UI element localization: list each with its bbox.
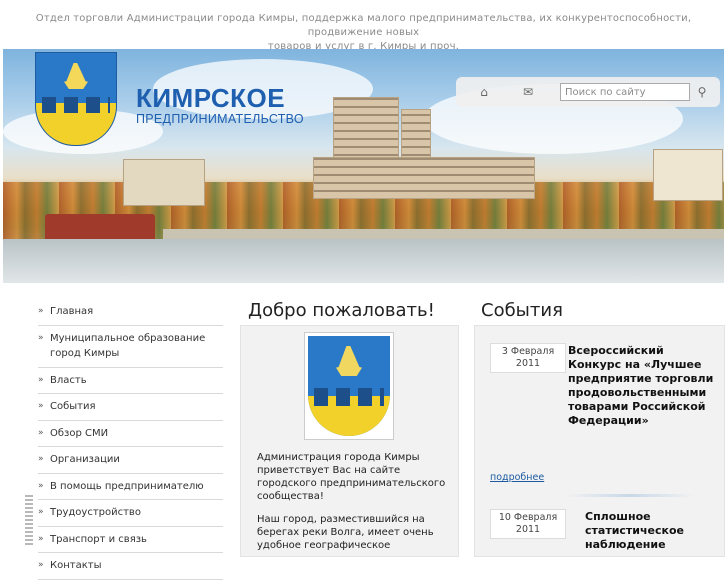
sidebar-nav: » Главная » Муниципальное образование горо… — [38, 304, 223, 585]
arrow-icon: » — [38, 454, 44, 464]
welcome-paragraph-1: Администрация города Кимры приветствует … — [257, 452, 446, 502]
magnifier-icon[interactable]: ⚲ — [694, 84, 710, 100]
sidebar-item-government[interactable]: » Власть — [38, 373, 223, 394]
arrow-icon: » — [38, 480, 44, 491]
more-link[interactable]: подробнее — [490, 472, 544, 483]
arrow-icon: » — [38, 507, 44, 517]
bells-icon — [42, 97, 110, 113]
ship-icon — [336, 346, 362, 376]
sidebar-item-entrepreneur-help[interactable]: » В помощь предпринимателю — [38, 479, 223, 500]
sidebar-item-contacts[interactable]: » Контакты — [38, 558, 223, 580]
search-input[interactable] — [560, 83, 690, 101]
arrow-icon: » — [38, 401, 44, 411]
city-crest-image — [308, 336, 390, 436]
house-left — [123, 159, 205, 206]
city-crest-logo[interactable] — [35, 52, 117, 146]
arrow-icon: » — [38, 560, 44, 570]
event-date: 3 Февраля 2011 — [490, 343, 566, 373]
house-right — [653, 149, 723, 201]
events-heading: События — [481, 300, 563, 321]
events-panel: 3 Февраля 2011 Всероссийский Конкурс на … — [474, 325, 725, 557]
sidebar-item-employment[interactable]: » Трудоустройство — [38, 505, 223, 527]
arrow-icon: » — [38, 374, 44, 385]
arrow-icon: » — [38, 306, 44, 316]
brand-subtitle: ПРЕДПРИНИМАТЕЛЬСТВО — [136, 112, 304, 126]
sidebar-item-municipality[interactable]: » Муниципальное образование город Кимры — [38, 331, 223, 368]
event-date: 10 Февраля 2011 — [490, 509, 566, 539]
ship-icon — [64, 63, 88, 89]
divider — [565, 494, 695, 497]
sidebar-item-organizations[interactable]: » Организации — [38, 452, 223, 474]
welcome-text: Администрация города Кимры приветствует … — [257, 451, 449, 562]
welcome-heading: Добро пожаловать! — [248, 300, 435, 321]
header-banner: КИМРСКОЕ ПРЕДПРИНИМАТЕЛЬСТВО ⌂ ✉ ⚲ — [3, 49, 724, 283]
sidebar-item-media-review[interactable]: » Обзор СМИ — [38, 426, 223, 447]
site-description-line-1: Отдел торговли Администрации города Кимр… — [35, 13, 692, 38]
arrow-icon: » — [38, 427, 44, 438]
header-toolbar: ⌂ ✉ ⚲ — [456, 77, 720, 107]
river — [3, 239, 724, 283]
brand-logo-text[interactable]: КИМРСКОЕ ПРЕДПРИНИМАТЕЛЬСТВО — [136, 84, 304, 126]
resize-grip — [25, 495, 33, 545]
site-description: Отдел торговли Администрации города Кимр… — [0, 12, 727, 54]
arrow-icon: » — [38, 332, 44, 343]
event-title[interactable]: Всероссийский Конкурс на «Лучшее предпри… — [568, 344, 716, 428]
welcome-paragraph-2: Наш город, разместившийся на берегах рек… — [257, 514, 434, 551]
crest-image-frame — [304, 332, 394, 440]
brand-title: КИМРСКОЕ — [136, 83, 286, 113]
welcome-panel: Администрация города Кимры приветствует … — [240, 325, 459, 557]
sidebar-item-home[interactable]: » Главная — [38, 304, 223, 326]
sidebar-item-events[interactable]: » События — [38, 399, 223, 421]
long-building — [313, 157, 535, 199]
mail-icon[interactable]: ✉ — [520, 84, 536, 100]
home-icon[interactable]: ⌂ — [476, 84, 492, 100]
sidebar-item-transport[interactable]: » Транспорт и связь — [38, 532, 223, 553]
event-title[interactable]: Сплошное статистическое наблюдение — [585, 510, 705, 552]
bells-icon — [314, 388, 384, 406]
